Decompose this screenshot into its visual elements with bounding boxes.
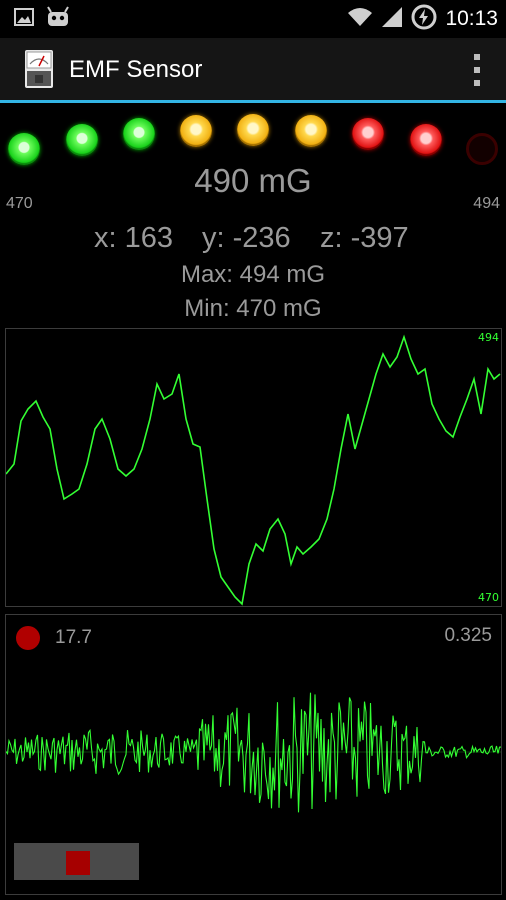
led-6 xyxy=(295,115,327,147)
min-reading: Min: 470 mG xyxy=(184,295,322,322)
android-icon xyxy=(46,5,70,33)
history-line xyxy=(6,334,501,606)
graph-top-label: 494 xyxy=(478,331,499,344)
record-rms-value: 0.325 xyxy=(444,625,492,646)
led-3 xyxy=(123,118,155,150)
x-axis-value: x: 163 xyxy=(94,222,173,254)
axis-readout: x: 163 y: -236 z: -397 xyxy=(0,222,506,258)
image-icon xyxy=(14,7,34,31)
history-graph: 494 470 xyxy=(5,328,502,607)
wifi-icon xyxy=(347,6,373,33)
action-bar-accent-line xyxy=(0,100,506,103)
led-4 xyxy=(180,115,212,147)
z-axis-value: z: -397 xyxy=(320,222,409,254)
clock-time: 10:13 xyxy=(445,7,498,30)
app-title: EMF Sensor xyxy=(69,56,203,83)
stop-button[interactable] xyxy=(14,843,139,880)
battery-icon xyxy=(411,4,437,35)
stop-icon xyxy=(66,851,90,875)
graph-bottom-label: 470 xyxy=(478,591,499,604)
record-level-value: 17.7 xyxy=(55,627,92,648)
led-8 xyxy=(410,124,442,156)
emf-meter-icon xyxy=(24,49,54,89)
led-2 xyxy=(66,124,98,156)
max-reading: Max: 494 mG xyxy=(180,261,326,288)
status-bar: 10:13 xyxy=(0,0,506,38)
led-1 xyxy=(8,133,40,165)
field-reading: 490 mG xyxy=(194,162,312,199)
record-indicator-icon[interactable] xyxy=(16,626,40,650)
led-9 xyxy=(466,133,498,165)
waveform-line xyxy=(6,692,501,813)
history-graph-plot xyxy=(6,334,501,606)
signal-icon xyxy=(381,6,403,33)
led-5 xyxy=(237,114,269,146)
action-bar: EMF Sensor xyxy=(0,38,506,100)
y-axis-value: y: -236 xyxy=(202,222,291,254)
overflow-menu-icon[interactable] xyxy=(470,54,484,86)
led-7 xyxy=(352,118,384,150)
